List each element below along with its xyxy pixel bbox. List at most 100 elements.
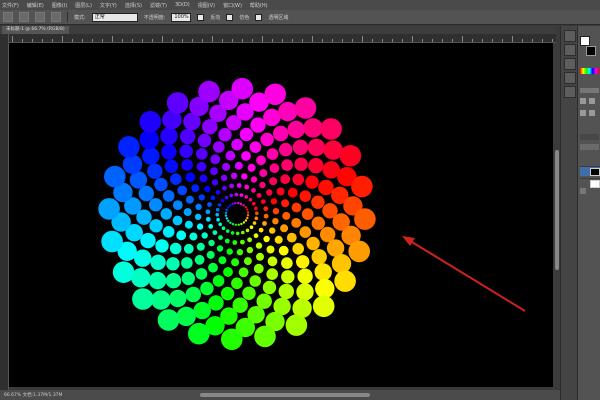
ruler-tick — [262, 36, 263, 42]
ruler-tick — [512, 36, 513, 42]
transparency-label: 透明区域 — [268, 14, 289, 21]
ruler-tick — [32, 39, 33, 42]
history-panel-icon[interactable] — [564, 30, 576, 42]
ruler-tick — [542, 39, 543, 42]
dither-label: 仿色 — [239, 14, 250, 21]
menu-item-help[interactable]: 帮助(H) — [250, 2, 268, 9]
status-text: 66.67% 文档:1.37M/1.37M — [4, 393, 63, 398]
ruler-tick — [332, 39, 333, 42]
horizontal-scroll-thumb[interactable] — [200, 393, 370, 397]
brush-panel-icon[interactable] — [564, 58, 576, 70]
ruler-tick — [362, 36, 363, 42]
menu-item-type[interactable]: 文字(Y) — [100, 2, 117, 9]
ruler-tick — [412, 36, 413, 42]
ruler-tick — [212, 36, 213, 42]
character-panel-icon[interactable] — [564, 72, 576, 84]
lasso-tool-icon[interactable] — [35, 12, 45, 22]
ruler-tick — [192, 39, 193, 42]
ruler-tick — [122, 39, 123, 42]
right-panels — [577, 26, 600, 400]
ruler-tick — [282, 39, 283, 42]
adjustment-icon[interactable] — [589, 98, 595, 104]
adjustments-panel-header — [580, 88, 599, 93]
ruler-tick — [492, 39, 493, 42]
ruler-tick — [532, 39, 533, 42]
transparency-checkbox[interactable] — [255, 13, 263, 21]
panel-icon-strip — [560, 26, 577, 400]
mode-label: 模式: — [74, 14, 86, 21]
ruler-tick — [62, 36, 63, 42]
adjustment-icon[interactable] — [589, 110, 595, 116]
adjustment-icon[interactable] — [580, 110, 586, 116]
layers-filter-row[interactable] — [580, 144, 599, 150]
ruler-top — [8, 34, 556, 43]
ruler-tick — [242, 39, 243, 42]
ruler-tick — [322, 39, 323, 42]
ruler-tick — [372, 39, 373, 42]
menu-item-file[interactable]: 文件(F) — [2, 2, 19, 9]
ruler-tick — [82, 39, 83, 42]
menu-item-filter[interactable]: 滤镜(T) — [150, 2, 167, 9]
ruler-tick — [442, 39, 443, 42]
ruler-tick — [72, 39, 73, 42]
menu-item-window[interactable]: 窗口(W) — [223, 2, 242, 9]
ruler-tick — [422, 39, 423, 42]
ruler-tick — [502, 39, 503, 42]
menu-item-edit[interactable]: 编辑(E) — [27, 2, 44, 9]
foreground-color-swatch[interactable] — [580, 36, 590, 46]
layers-panel-tab[interactable] — [580, 134, 599, 140]
options-bar: 模式: 正常 不透明度: 100% 反向 仿色 透明区域 — [0, 10, 600, 25]
ruler-tick — [162, 36, 163, 42]
ruler-tick — [22, 39, 23, 42]
dither-checkbox[interactable] — [226, 13, 234, 21]
divider — [67, 12, 68, 22]
ruler-tick — [132, 39, 133, 42]
ruler-tick — [112, 36, 113, 42]
ruler-tick — [42, 39, 43, 42]
ruler-tick — [382, 39, 383, 42]
ruler-tick — [12, 36, 13, 42]
ruler-tick — [352, 39, 353, 42]
ruler-tick — [472, 39, 473, 42]
background-color-swatch[interactable] — [586, 46, 596, 56]
menu-item-select[interactable]: 选择(S) — [125, 2, 142, 9]
ruler-tick — [52, 39, 53, 42]
properties-panel-icon[interactable] — [564, 44, 576, 56]
ruler-left — [0, 34, 9, 390]
canvas[interactable] — [9, 43, 553, 387]
ruler-tick — [392, 39, 393, 42]
ruler-tick — [292, 39, 293, 42]
menu-item-layer[interactable]: 图层(L) — [75, 2, 92, 9]
ruler-tick — [152, 39, 153, 42]
ruler-tick — [272, 39, 273, 42]
color-spectrum[interactable] — [580, 68, 599, 74]
document-tab-bar: 未标题-1 @ 66.7% (RGB/8) — [0, 26, 556, 34]
menu-bar: 文件(F) 编辑(E) 图像(I) 图层(L) 文字(Y) 选择(S) 滤镜(T… — [0, 0, 600, 10]
move-tool-icon[interactable] — [3, 12, 13, 22]
ruler-tick — [302, 39, 303, 42]
ruler-tick — [92, 39, 93, 42]
ruler-tick — [462, 36, 463, 42]
menu-item-3d[interactable]: 3D(D) — [175, 2, 190, 8]
menu-item-image[interactable]: 图像(I) — [52, 2, 67, 9]
gradient-tool-icon[interactable] — [51, 12, 61, 22]
mode-select[interactable]: 正常 — [91, 12, 138, 22]
layer-thumbnail — [590, 168, 600, 176]
marquee-tool-icon[interactable] — [19, 12, 29, 22]
paragraph-panel-icon[interactable] — [564, 86, 576, 98]
ruler-tick — [172, 39, 173, 42]
ruler-tick — [552, 39, 553, 42]
ruler-tick — [252, 39, 253, 42]
opacity-field[interactable]: 100% — [171, 12, 192, 22]
ruler-tick — [232, 39, 233, 42]
adjustment-icon[interactable] — [580, 98, 586, 104]
vertical-scroll-thumb[interactable] — [555, 150, 559, 270]
menu-item-view[interactable]: 视图(V) — [198, 2, 215, 9]
eye-icon[interactable] — [580, 188, 586, 194]
ruler-tick — [102, 39, 103, 42]
ruler-tick — [402, 39, 403, 42]
document-tab[interactable]: 未标题-1 @ 66.7% (RGB/8) — [2, 26, 69, 34]
reverse-checkbox[interactable] — [197, 13, 205, 21]
ruler-tick — [342, 39, 343, 42]
ruler-tick — [432, 39, 433, 42]
